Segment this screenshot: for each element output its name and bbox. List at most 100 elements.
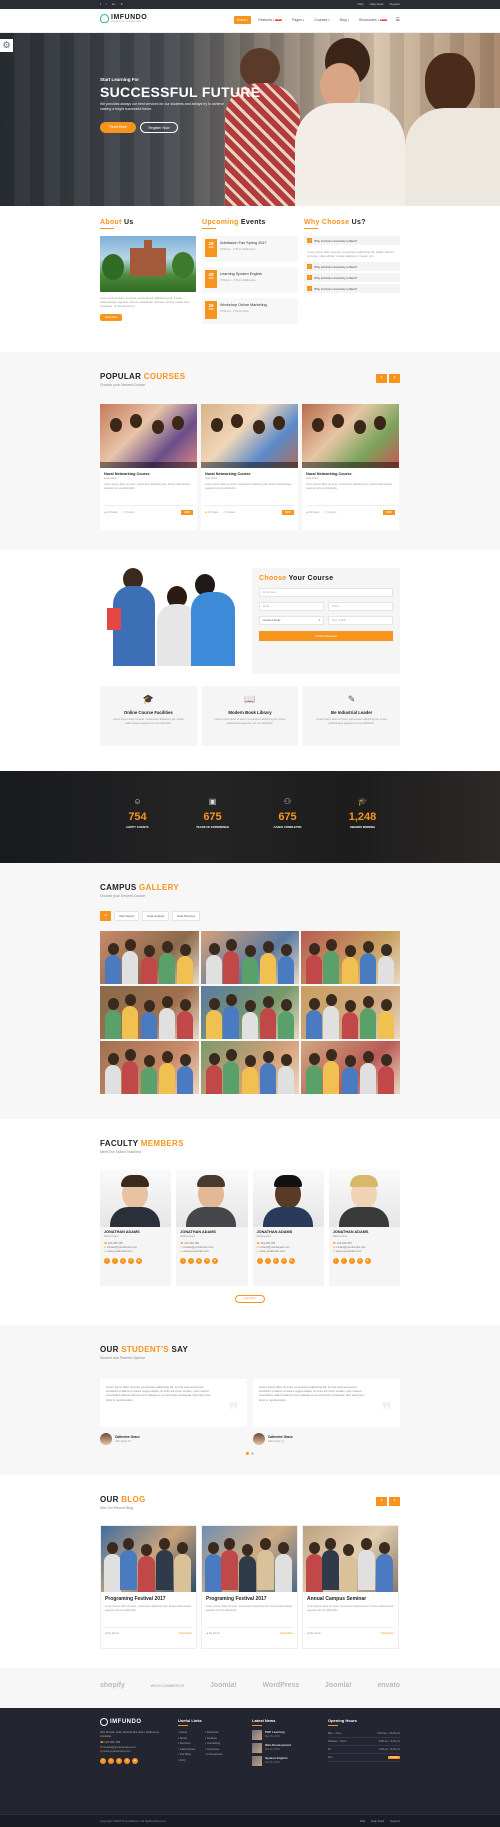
- course-card[interactable]: Nural Networking Course Jack Hobs Lorem ip…: [100, 404, 197, 530]
- facebook-icon[interactable]: f: [180, 1258, 187, 1264]
- blog-title[interactable]: Annual Campus Seminar: [307, 1596, 394, 1602]
- linkedin-icon[interactable]: in: [128, 1258, 134, 1264]
- twitter-icon[interactable]: t: [264, 1258, 271, 1264]
- nav-item-features[interactable]: Features ▾ NEW: [255, 16, 285, 24]
- settings-gear-icon[interactable]: ⚙: [0, 39, 13, 52]
- course-card[interactable]: Nural Networking Course Jack Hobs Lorem ip…: [201, 404, 298, 530]
- blog-title[interactable]: Programing Festival 2017: [206, 1596, 293, 1602]
- social-icon-3[interactable]: in: [121, 2, 123, 6]
- youtube-icon[interactable]: ▶: [212, 1258, 219, 1264]
- course-price[interactable]: $400: [282, 510, 294, 515]
- gallery-image[interactable]: [301, 1041, 400, 1094]
- event-title[interactable]: Workshop Online Marketing: [220, 303, 267, 307]
- facebook-icon[interactable]: f: [104, 1258, 110, 1264]
- blog-title[interactable]: Programing Festival 2017: [105, 1596, 192, 1602]
- nav-item-pages[interactable]: Pages ▾: [289, 16, 307, 24]
- pagination-dot[interactable]: [251, 1452, 254, 1455]
- linkedin-icon[interactable]: in: [356, 1258, 363, 1264]
- footer-news-item[interactable]: PHP Learning Mar 28, 2015: [252, 1730, 322, 1740]
- social-icon-0[interactable]: f: [100, 2, 101, 6]
- blog-read-more-link[interactable]: Read More: [280, 1632, 293, 1635]
- course-price[interactable]: $400: [181, 510, 193, 515]
- blog-next-arrow-icon[interactable]: ›: [389, 1497, 400, 1506]
- faq-item[interactable]: › Why Imfundo University is Best?: [304, 236, 400, 245]
- event-item[interactable]: 28 FEB Workshop Online Marketing 07:00 pm -…: [202, 298, 298, 324]
- phone-input[interactable]: Phone: [328, 602, 393, 611]
- event-item[interactable]: 28 FEB Learning Spoken English 07:00 pm - 7…: [202, 267, 298, 293]
- faq-item[interactable]: › Why Imfundo University is Best?: [304, 273, 400, 282]
- submit-request-button[interactable]: Submit Request: [259, 631, 393, 641]
- partner-logo[interactable]: Joomla!: [325, 1682, 352, 1689]
- nav-item-shortcodes[interactable]: Shortcodes ▾ NEW: [356, 16, 390, 24]
- footer-bottom-link-support[interactable]: Support: [390, 1819, 400, 1823]
- footer-bottom-link-faq[interactable]: FAQ: [360, 1819, 366, 1823]
- footer-link[interactable]: ▪ Professional: [205, 1752, 222, 1758]
- gallery-image[interactable]: [200, 1041, 300, 1094]
- topbar-link-help[interactable]: Help Desk: [370, 2, 384, 6]
- nav-item-home[interactable]: Home ▾: [233, 16, 252, 24]
- youtube-icon[interactable]: ▶: [364, 1258, 371, 1264]
- twitter-icon[interactable]: t: [188, 1258, 195, 1264]
- twitter-icon[interactable]: t: [340, 1258, 347, 1264]
- course-title[interactable]: Nural Networking Course: [306, 472, 395, 476]
- partner-logo[interactable]: shopify: [100, 1682, 125, 1689]
- youtube-icon[interactable]: ▶: [288, 1258, 295, 1264]
- faculty-card[interactable]: JONATHAN ADAMS Mathematics ☎ 123-456-789 ✉ …: [328, 1169, 400, 1286]
- faculty-card[interactable]: JONATHAN ADAMS Mathematics ☎ 123-456-789 ✉ …: [252, 1169, 324, 1286]
- event-title[interactable]: Admission Fair Spring 2017: [220, 241, 267, 245]
- footer-news-item[interactable]: Spoken English Mar 28, 2015: [252, 1756, 322, 1766]
- blog-read-more-link[interactable]: Read More: [179, 1632, 192, 1635]
- twitter-icon[interactable]: t: [108, 1757, 114, 1764]
- youtube-icon[interactable]: ▶: [136, 1258, 142, 1264]
- faq-item[interactable]: › Why Imfundo University is Best?: [304, 262, 400, 271]
- logo[interactable]: IMFUNDO EDUCATION & COURSE THEME: [100, 14, 147, 23]
- hero-read-more-button[interactable]: Read More: [100, 122, 136, 133]
- faculty-select[interactable]: Choose Faculty ▾: [259, 616, 324, 625]
- google-plus-icon[interactable]: g: [196, 1258, 203, 1264]
- dob-input[interactable]: Date of Birth: [328, 616, 393, 625]
- partner-logo[interactable]: WordPress: [262, 1682, 299, 1689]
- gallery-filter-2[interactable]: Data Analysis: [142, 911, 170, 921]
- gallery-image[interactable]: [301, 931, 400, 984]
- footer-logo[interactable]: IMFUNDO: [110, 1719, 142, 1725]
- facebook-icon[interactable]: f: [256, 1258, 263, 1264]
- load-more-button[interactable]: Load More: [235, 1295, 265, 1303]
- about-read-more-button[interactable]: Read More: [100, 313, 122, 321]
- partner-logo[interactable]: Joomla!: [210, 1682, 237, 1689]
- linkedin-icon[interactable]: in: [280, 1258, 287, 1264]
- gallery-image[interactable]: [200, 986, 300, 1039]
- google-plus-icon[interactable]: g: [116, 1757, 122, 1764]
- partner-logo[interactable]: WOOCOMMERCE: [151, 1683, 185, 1688]
- google-plus-icon[interactable]: g: [272, 1258, 279, 1264]
- gallery-image[interactable]: [100, 986, 199, 1039]
- facebook-icon[interactable]: f: [100, 1757, 106, 1764]
- faculty-card[interactable]: JONATHAN ADAMS Mathematics ☎ 123-456-789 ✉ …: [100, 1169, 172, 1286]
- twitter-icon[interactable]: t: [112, 1258, 118, 1264]
- blog-card[interactable]: Programing Festival 2017 Lorem ipsum dolo…: [100, 1525, 197, 1649]
- pagination-dot-active[interactable]: [246, 1452, 249, 1455]
- blog-card[interactable]: Annual Campus Seminar Lorem ipsum dolor s…: [302, 1525, 399, 1649]
- name-input[interactable]: Enter Name: [259, 588, 393, 597]
- linkedin-icon[interactable]: in: [124, 1757, 130, 1764]
- faculty-card[interactable]: JONATHAN ADAMS Mathematics ☎ 123-456-789 ✉ …: [176, 1169, 248, 1286]
- footer-bottom-link-help[interactable]: Help Desk: [371, 1819, 384, 1823]
- google-plus-icon[interactable]: g: [120, 1258, 126, 1264]
- blog-read-more-link[interactable]: Read More: [381, 1632, 394, 1635]
- nav-item-courses[interactable]: Courses ▾: [311, 16, 332, 24]
- menu-icon[interactable]: ☰: [396, 17, 400, 23]
- social-icon-2[interactable]: G+: [112, 2, 116, 6]
- courses-next-arrow-icon[interactable]: ›: [389, 374, 400, 383]
- linkedin-icon[interactable]: in: [204, 1258, 211, 1264]
- faq-item[interactable]: › Why Imfundo University is Best?: [304, 284, 400, 293]
- gallery-image[interactable]: [100, 1041, 199, 1094]
- gallery-image[interactable]: [301, 986, 400, 1039]
- blog-card[interactable]: Programing Festival 2017 Lorem ipsum dolo…: [201, 1525, 298, 1649]
- google-plus-icon[interactable]: g: [348, 1258, 355, 1264]
- course-title[interactable]: Nural Networking Course: [205, 472, 294, 476]
- blog-prev-arrow-icon[interactable]: ‹: [376, 1497, 387, 1506]
- topbar-link-faq[interactable]: FAQ: [358, 2, 364, 6]
- email-input[interactable]: Email: [259, 602, 324, 611]
- footer-news-item[interactable]: Web Development Mar 28, 2015: [252, 1743, 322, 1753]
- gallery-image[interactable]: [200, 931, 300, 984]
- gallery-filter-3[interactable]: Data Structure: [172, 911, 201, 921]
